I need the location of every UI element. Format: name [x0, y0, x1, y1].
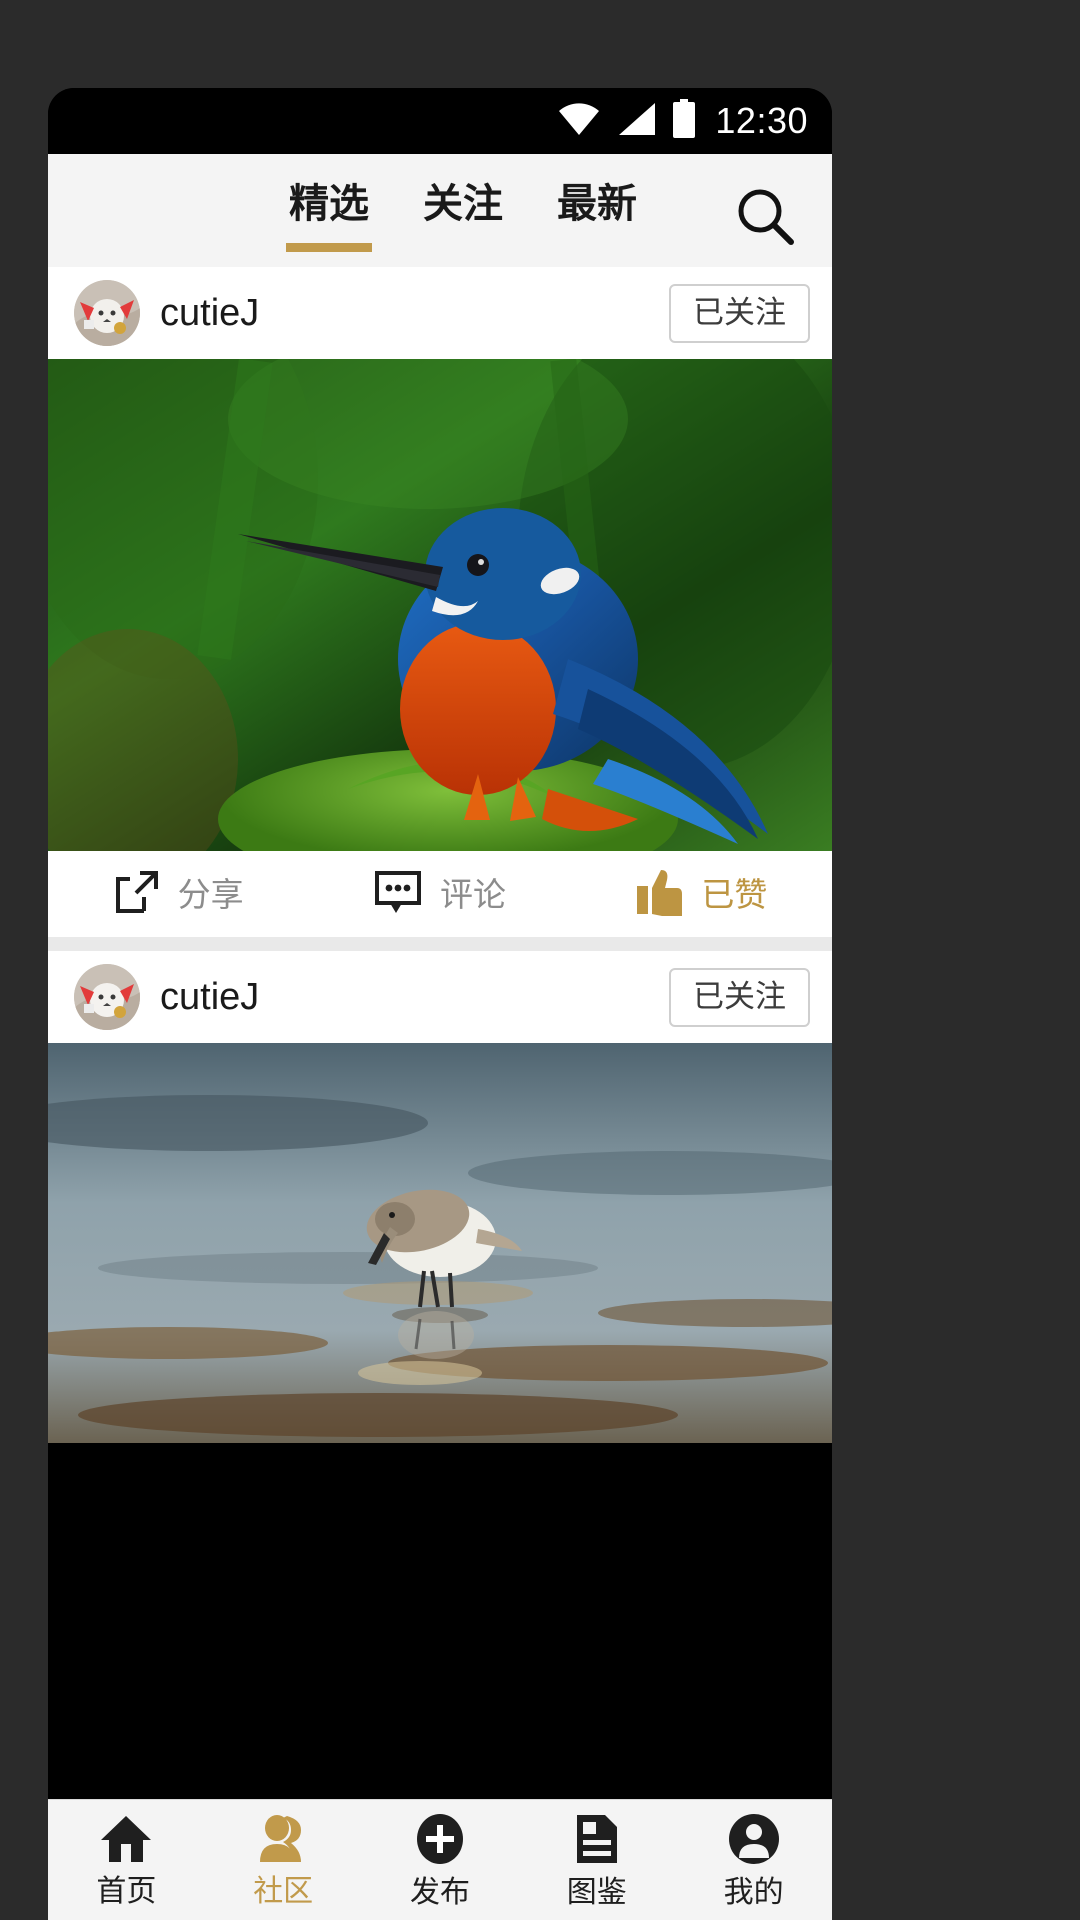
like-action[interactable]: 已赞 — [571, 868, 832, 921]
person-icon — [728, 1813, 780, 1870]
nav-label-home: 首页 — [96, 1873, 157, 1909]
post-username[interactable]: cutieJ — [160, 976, 669, 1019]
nav-item-guide[interactable]: 图鉴 — [518, 1813, 675, 1908]
phone-screen: 12:30 精选 关注 最新 cutieJ 已关注 分享 评论 已赞 cutie… — [48, 88, 832, 1920]
share-action[interactable]: 分享 — [48, 869, 309, 920]
active-tab-indicator — [286, 243, 372, 252]
comment-icon — [374, 869, 422, 920]
post-card: cutieJ 已关注 — [48, 267, 832, 937]
tab-latest-label: 最新 — [557, 181, 637, 227]
tab-featured-label: 精选 — [289, 181, 369, 227]
avatar[interactable] — [74, 280, 140, 346]
home-icon — [99, 1814, 153, 1869]
share-label: 分享 — [177, 874, 244, 914]
search-button[interactable] — [734, 186, 796, 248]
cellular-signal-icon — [615, 101, 657, 142]
nav-label-guide: 图鉴 — [566, 1874, 627, 1910]
people-icon — [256, 1814, 310, 1869]
follow-button[interactable]: 已关注 — [669, 967, 810, 1027]
feed-divider — [48, 937, 832, 951]
avatar[interactable] — [74, 964, 140, 1030]
thumbs-up-icon — [635, 868, 683, 921]
post-card: cutieJ 已关注 — [48, 951, 832, 1443]
document-icon — [571, 1813, 623, 1870]
nav-item-community[interactable]: 社区 — [205, 1814, 362, 1907]
tab-latest[interactable]: 最新 — [557, 184, 637, 238]
battery-icon — [671, 98, 697, 144]
plus-circle-icon — [413, 1813, 467, 1870]
status-bar-clock: 12:30 — [715, 100, 808, 141]
nav-item-profile[interactable]: 我的 — [675, 1813, 832, 1908]
nav-label-publish: 发布 — [409, 1874, 470, 1910]
nav-item-publish[interactable]: 发布 — [362, 1813, 519, 1908]
share-icon — [114, 869, 160, 920]
comment-label: 评论 — [439, 874, 506, 914]
tab-following-label: 关注 — [423, 181, 503, 227]
post-username[interactable]: cutieJ — [160, 292, 669, 335]
search-icon — [734, 189, 796, 252]
status-bar: 12:30 — [48, 88, 832, 154]
follow-button[interactable]: 已关注 — [669, 283, 810, 343]
top-tab-bar: 精选 关注 最新 — [48, 154, 832, 267]
post-action-bar: 分享 评论 已赞 — [48, 851, 832, 937]
post-image[interactable] — [48, 359, 832, 851]
post-header: cutieJ 已关注 — [48, 951, 832, 1043]
tab-featured[interactable]: 精选 — [286, 181, 372, 252]
wifi-icon — [557, 101, 601, 142]
tab-following[interactable]: 关注 — [423, 184, 503, 238]
feed-list[interactable]: cutieJ 已关注 分享 评论 已赞 cutieJ 已关注 — [48, 267, 832, 1443]
nav-item-home[interactable]: 首页 — [48, 1814, 205, 1907]
bottom-navigation: 首页 社区 发布 图鉴 我的 — [48, 1799, 832, 1920]
nav-label-community: 社区 — [253, 1873, 314, 1909]
nav-label-profile: 我的 — [723, 1874, 784, 1910]
post-image[interactable] — [48, 1043, 832, 1443]
comment-action[interactable]: 评论 — [309, 869, 570, 920]
post-header: cutieJ 已关注 — [48, 267, 832, 359]
like-label: 已赞 — [701, 874, 768, 914]
